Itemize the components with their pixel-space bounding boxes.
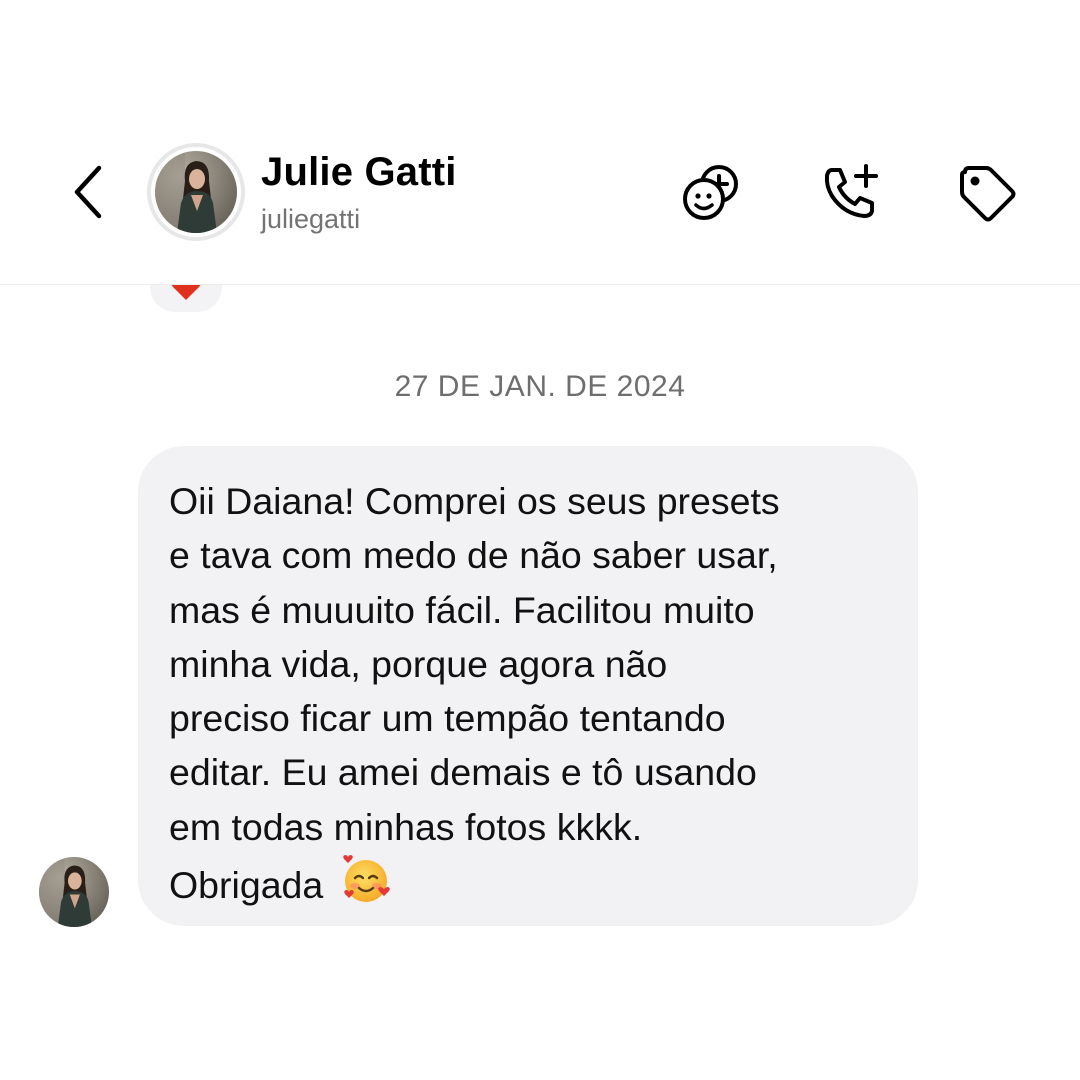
message-line: em todas minhas fotos kkkk. <box>169 805 643 848</box>
date-separator: 27 DE JAN. DE 2024 <box>394 370 686 403</box>
message-line: editar. Eu amei demais e tô usando <box>169 751 757 794</box>
message-line: Oii Daiana! Comprei os seus presets <box>169 480 780 522</box>
message-line-text: Obrigada <box>169 864 324 907</box>
message-line: e tava com medo de não saber usar, <box>169 534 778 577</box>
reaction-pill[interactable] <box>150 285 222 312</box>
sender-avatar[interactable] <box>39 857 109 927</box>
reaction-area <box>0 285 1080 325</box>
tag-button[interactable] <box>952 158 1022 228</box>
add-sticker-button[interactable] <box>677 158 747 228</box>
contact-name[interactable]: Julie Gatti <box>261 150 457 195</box>
avatar-photo <box>155 151 237 233</box>
tag-icon <box>960 166 1016 222</box>
contact-handle[interactable]: juliegatti <box>261 204 360 235</box>
message-line: minha vida, porque agora não <box>169 642 668 685</box>
heart-icon <box>171 285 201 300</box>
message-bubble[interactable]: Oii Daiana! Comprei os seus presets e ta… <box>138 446 918 926</box>
add-call-button[interactable] <box>816 158 886 228</box>
chat-header: Julie Gatti juliegatti <box>0 0 1080 285</box>
contact-avatar[interactable] <box>147 143 245 241</box>
message-last-line: Obrigada <box>169 854 890 920</box>
smiling-face-with-hearts-icon <box>340 854 392 920</box>
back-chevron-icon <box>74 165 102 219</box>
add-sticker-icon <box>683 165 738 220</box>
back-button[interactable] <box>62 160 114 224</box>
message-line: mas é muuuito fácil. Facilitou muito <box>169 588 755 631</box>
add-call-icon <box>824 164 878 218</box>
avatar-photo <box>39 857 109 927</box>
message-line: preciso ficar um tempão tentando <box>169 697 726 740</box>
